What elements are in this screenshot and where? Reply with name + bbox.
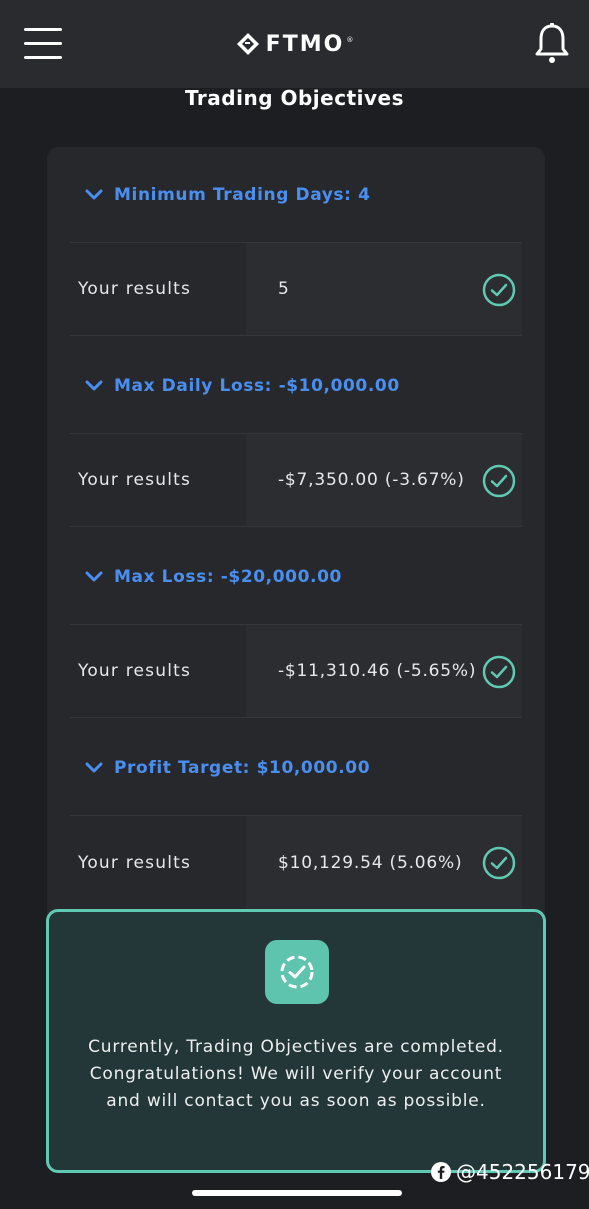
objective-header-minimum-trading-days[interactable]: Minimum Trading Days: 4 <box>70 147 522 242</box>
check-circle-icon <box>482 655 516 689</box>
watermark-handle: @452256179 <box>456 1160 589 1184</box>
result-row-max-daily-loss: Your results -$7,350.00 (-3.67%) <box>70 433 522 527</box>
ftmo-logo-mark-icon <box>236 33 259 55</box>
objective-title: Minimum Trading Days: 4 <box>114 184 371 205</box>
facebook-icon <box>431 1162 451 1182</box>
result-value: $10,129.54 (5.06%) <box>278 852 463 873</box>
result-value: -$7,350.00 (-3.67%) <box>278 470 465 490</box>
chevron-down-icon <box>85 762 103 772</box>
logo-text: FTMO <box>265 31 345 57</box>
objective-header-max-daily-loss[interactable]: Max Daily Loss: -$10,000.00 <box>70 338 522 433</box>
objective-title: Max Loss: -$20,000.00 <box>114 566 342 587</box>
top-bar: FTMO ® <box>0 0 589 88</box>
banner-message: Currently, Trading Objectives are comple… <box>88 1037 504 1111</box>
result-label: Your results <box>78 470 192 490</box>
chevron-down-icon <box>85 571 103 581</box>
result-value: 5 <box>278 279 290 299</box>
chevron-down-icon <box>85 380 103 390</box>
chevron-down-icon <box>85 189 103 199</box>
check-circle-icon <box>482 846 516 880</box>
objective-title: Profit Target: $10,000.00 <box>114 757 371 778</box>
result-label: Your results <box>78 279 192 299</box>
registered-mark: ® <box>346 35 354 44</box>
objectives-completed-banner: Currently, Trading Objectives are comple… <box>46 909 546 1173</box>
home-indicator[interactable] <box>192 1190 402 1196</box>
check-circle-icon <box>482 273 516 307</box>
objective-header-max-loss[interactable]: Max Loss: -$20,000.00 <box>70 529 522 624</box>
check-circle-icon <box>482 464 516 498</box>
notifications-bell-icon[interactable] <box>533 22 571 64</box>
badge-check-icon <box>265 940 329 1004</box>
watermark: @452256179 <box>430 1158 589 1186</box>
result-row-profit-target: Your results $10,129.54 (5.06%) <box>70 815 522 909</box>
page-title: Trading Objectives <box>184 86 404 110</box>
result-label: Your results <box>78 661 192 681</box>
hamburger-menu-icon[interactable] <box>24 24 64 64</box>
app-screen: FTMO ® Trading Objectives Minimum Tradin… <box>0 0 589 1209</box>
result-value: -$11,310.46 (-5.65%) <box>278 661 477 681</box>
result-row-minimum-trading-days: Your results 5 <box>70 242 522 336</box>
ftmo-logo[interactable]: FTMO ® <box>236 31 354 57</box>
objective-header-profit-target[interactable]: Profit Target: $10,000.00 <box>70 720 522 815</box>
result-label: Your results <box>78 852 192 873</box>
result-row-max-loss: Your results -$11,310.46 (-5.65%) <box>70 624 522 718</box>
objective-title: Max Daily Loss: -$10,000.00 <box>114 375 400 396</box>
